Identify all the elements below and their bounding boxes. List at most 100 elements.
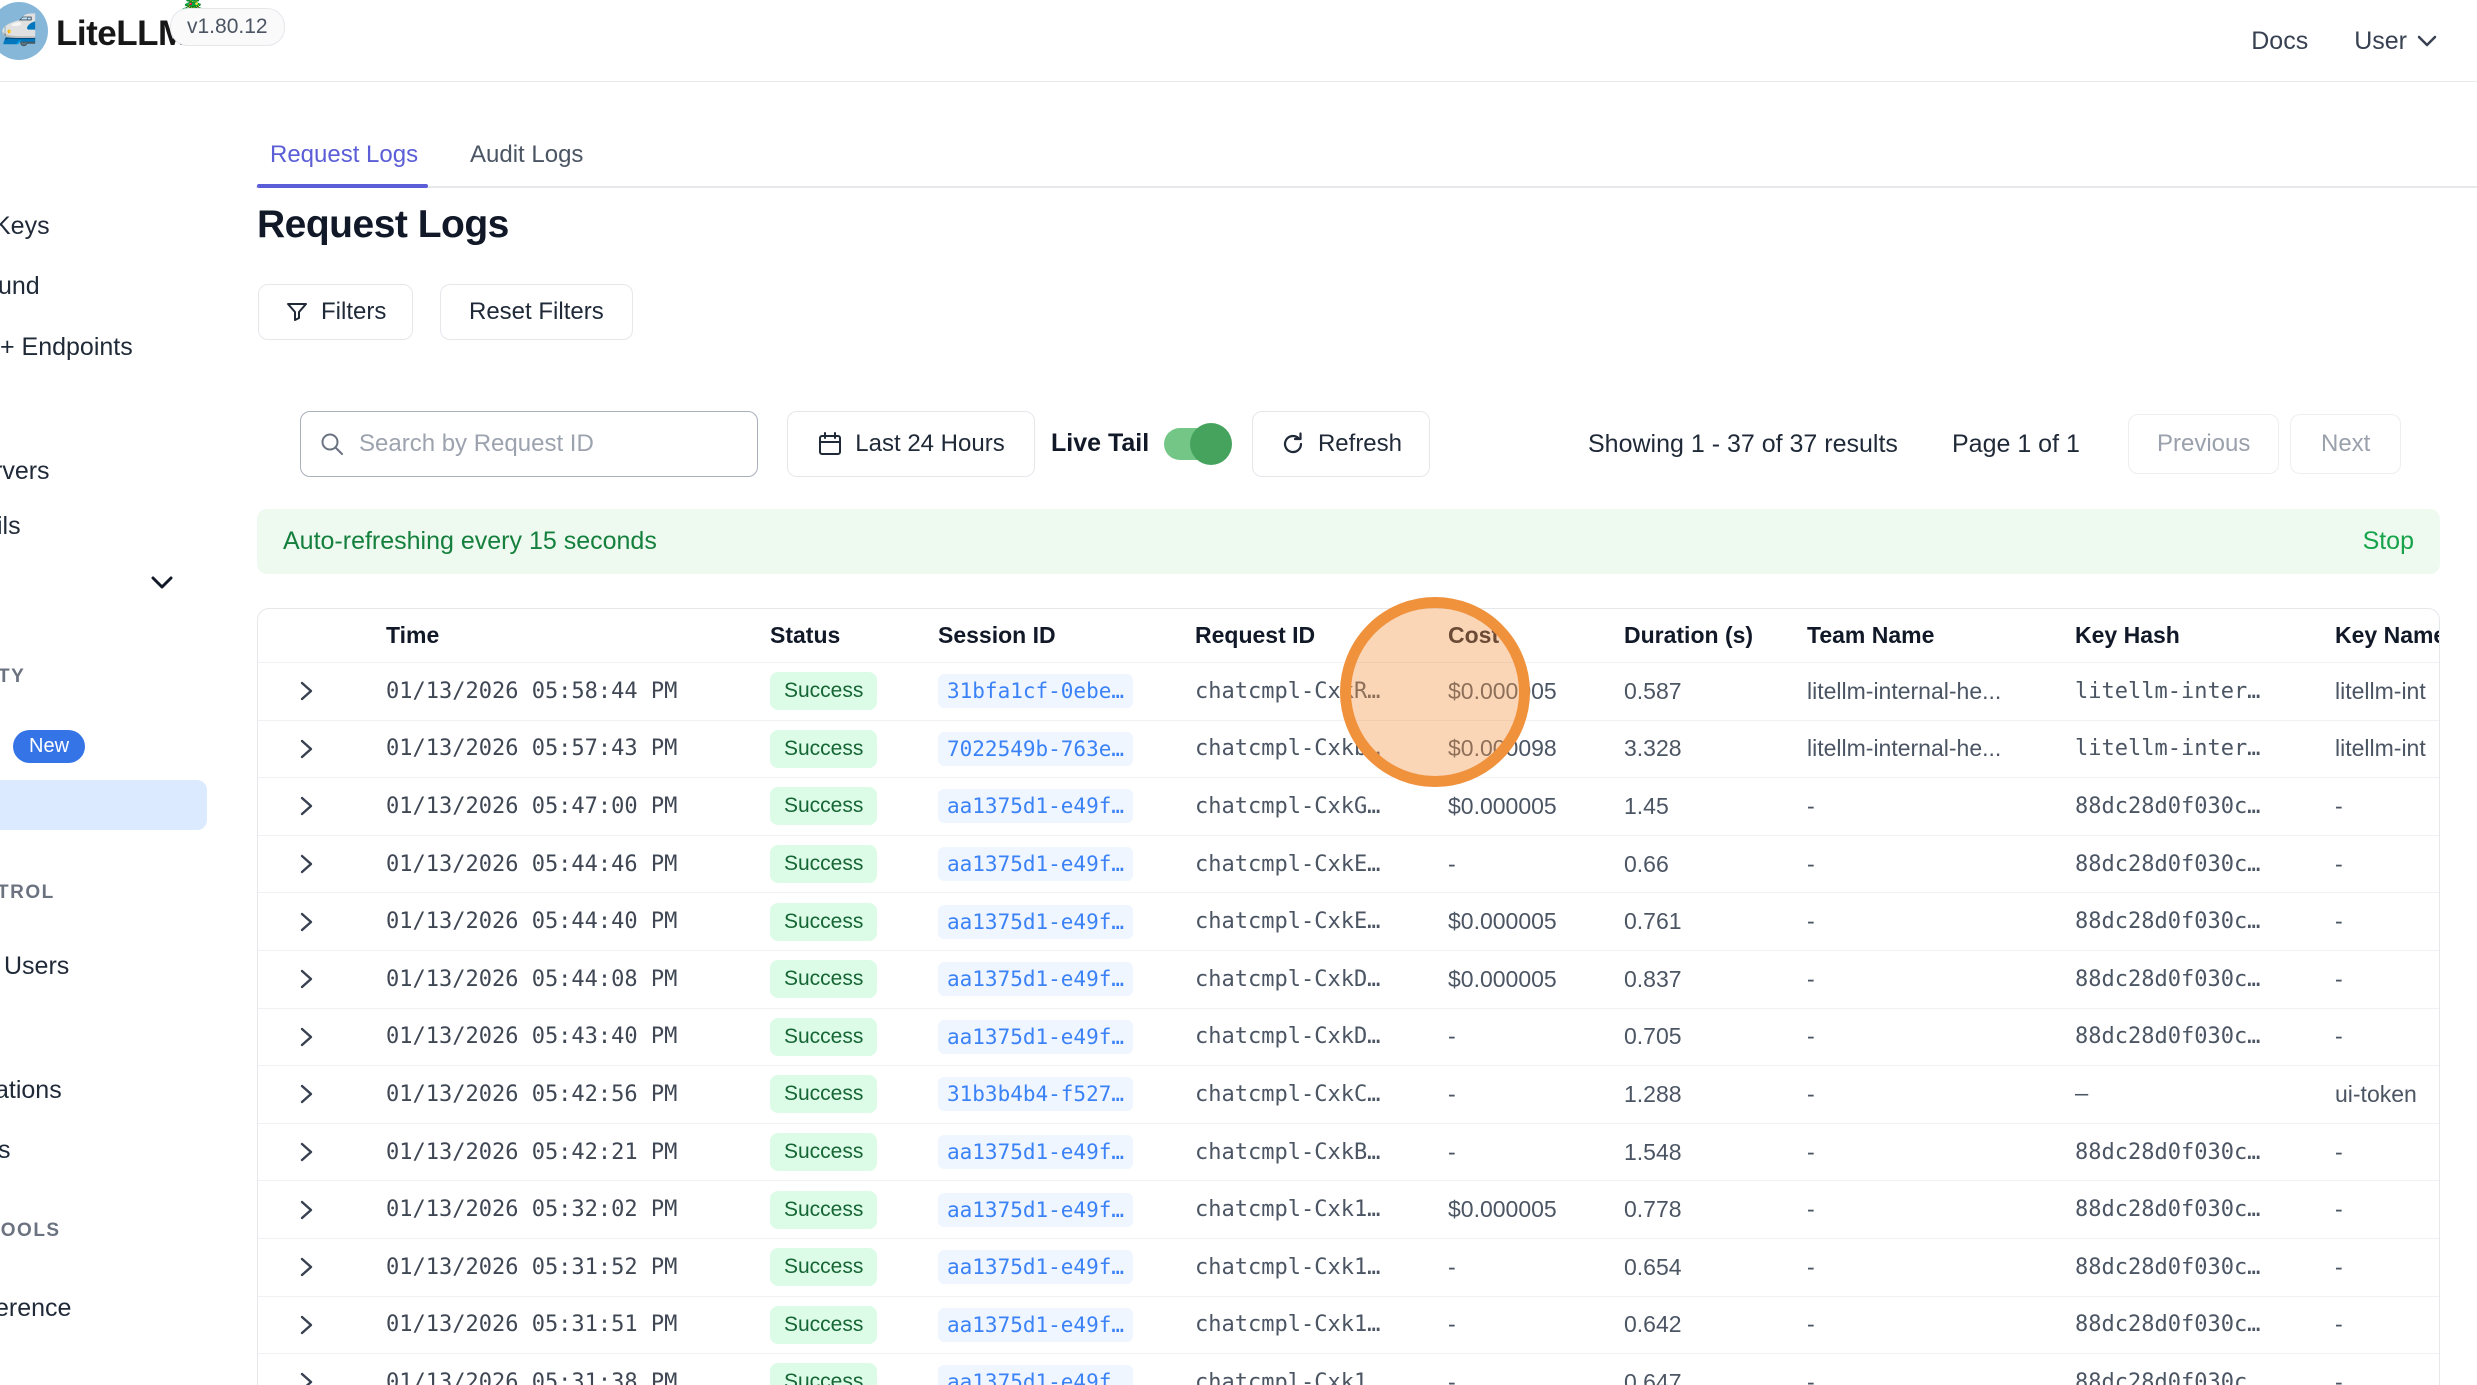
- cell-duration: 1.45: [1608, 793, 1791, 820]
- time-range-label: Last 24 Hours: [855, 430, 1004, 458]
- table-row[interactable]: 01/13/2026 05:32:02 PM Success aa1375d1-…: [258, 1180, 2439, 1238]
- sidebar-item-organizations[interactable]: ations: [0, 1076, 62, 1105]
- expand-chevron-icon[interactable]: [298, 1083, 314, 1105]
- table-row[interactable]: 01/13/2026 05:42:21 PM Success aa1375d1-…: [258, 1123, 2439, 1181]
- cell-session-id: 31bfa1cf-0ebe…: [922, 674, 1179, 708]
- sidebar-item-guardrails[interactable]: ils: [0, 512, 21, 541]
- page-title: Request Logs: [257, 203, 509, 247]
- cell-team-name: -: [1791, 908, 2059, 935]
- table-header-row: Time Status Session ID Request ID Cost D…: [258, 609, 2439, 662]
- auto-refresh-banner: Auto-refreshing every 15 seconds Stop: [257, 509, 2440, 574]
- cell-key-hash: 88dc28d0f030c…: [2059, 1370, 2319, 1385]
- session-id-link[interactable]: aa1375d1-e49f…: [938, 962, 1133, 996]
- session-id-link[interactable]: aa1375d1-e49f…: [938, 789, 1133, 823]
- expand-chevron-icon[interactable]: [298, 1026, 314, 1048]
- expand-chevron-icon[interactable]: [298, 1141, 314, 1163]
- cell-key-hash: 88dc28d0f030c…: [2059, 1024, 2319, 1049]
- expand-chevron-icon[interactable]: [298, 1256, 314, 1278]
- table-row[interactable]: 01/13/2026 05:58:44 PM Success 31bfa1cf-…: [258, 662, 2439, 720]
- cell-time: 01/13/2026 05:42:21 PM: [370, 1140, 754, 1165]
- expand-chevron-icon[interactable]: [298, 738, 314, 760]
- live-tail-toggle[interactable]: [1164, 428, 1228, 460]
- time-range-button[interactable]: Last 24 Hours: [787, 411, 1035, 477]
- expand-chevron-icon[interactable]: [298, 1371, 314, 1385]
- sidebar: Keys und + Endpoints rvers ils TY New TR…: [0, 82, 256, 1385]
- cell-request-id: chatcmpl-CxkB…: [1179, 1140, 1432, 1165]
- sidebar-item-teams[interactable]: s: [0, 1136, 11, 1165]
- tab-audit-logs[interactable]: Audit Logs: [470, 141, 583, 169]
- expand-chevron-icon[interactable]: [298, 1314, 314, 1336]
- table-row[interactable]: 01/13/2026 05:44:40 PM Success aa1375d1-…: [258, 892, 2439, 950]
- session-id-link[interactable]: 31bfa1cf-0ebe…: [938, 674, 1133, 708]
- cell-time: 01/13/2026 05:31:38 PM: [370, 1370, 754, 1385]
- table-row[interactable]: 01/13/2026 05:31:51 PM Success aa1375d1-…: [258, 1296, 2439, 1354]
- stop-auto-refresh-link[interactable]: Stop: [2363, 527, 2414, 556]
- status-badge: Success: [770, 730, 877, 768]
- sidebar-item-endpoints[interactable]: + Endpoints: [0, 333, 133, 362]
- sidebar-item-playground[interactable]: und: [0, 272, 40, 301]
- table-row[interactable]: 01/13/2026 05:31:52 PM Success aa1375d1-…: [258, 1238, 2439, 1296]
- litellm-logo-icon: 🚅: [0, 2, 48, 60]
- expand-chevron-icon[interactable]: [298, 680, 314, 702]
- sidebar-item-logs-active[interactable]: [0, 780, 207, 830]
- cell-key-hash: 88dc28d0f030c…: [2059, 1197, 2319, 1222]
- tab-request-logs[interactable]: Request Logs: [270, 141, 418, 169]
- cell-status: Success: [754, 1363, 922, 1385]
- table-row[interactable]: 01/13/2026 05:43:40 PM Success aa1375d1-…: [258, 1008, 2439, 1066]
- next-page-button[interactable]: Next: [2290, 414, 2401, 474]
- session-id-link[interactable]: 7022549b-763e…: [938, 732, 1133, 766]
- user-menu-label: User: [2354, 27, 2407, 56]
- cell-request-id: chatcmpl-Cxkb…: [1179, 736, 1432, 761]
- status-badge: Success: [770, 1363, 877, 1385]
- cell-key-name: -: [2319, 793, 2439, 820]
- sidebar-item-servers[interactable]: rvers: [0, 457, 50, 486]
- cell-session-id: aa1375d1-e49f…: [922, 1250, 1179, 1284]
- cell-key-hash: –: [2059, 1082, 2319, 1107]
- session-id-link[interactable]: aa1375d1-e49f…: [938, 1020, 1133, 1054]
- expand-chevron-icon[interactable]: [298, 795, 314, 817]
- session-id-link[interactable]: aa1375d1-e49f…: [938, 1135, 1133, 1169]
- cell-session-id: aa1375d1-e49f…: [922, 962, 1179, 996]
- cell-request-id: chatcmpl-Cxk1…: [1179, 1197, 1432, 1222]
- sidebar-item-keys[interactable]: Keys: [0, 212, 50, 241]
- cell-key-hash: 88dc28d0f030c…: [2059, 852, 2319, 877]
- expand-chevron-icon[interactable]: [298, 1199, 314, 1221]
- user-menu[interactable]: User: [2354, 27, 2437, 56]
- search-input[interactable]: [359, 430, 739, 458]
- cell-time: 01/13/2026 05:44:40 PM: [370, 909, 754, 934]
- session-id-link[interactable]: 31b3b4b4-f527…: [938, 1077, 1133, 1111]
- expand-chevron-icon[interactable]: [298, 853, 314, 875]
- session-id-link[interactable]: aa1375d1-e49f…: [938, 1250, 1133, 1284]
- status-badge: Success: [770, 960, 877, 998]
- expand-chevron-icon[interactable]: [298, 968, 314, 990]
- sidebar-collapse-chevron-icon[interactable]: [150, 576, 174, 590]
- table-row[interactable]: 01/13/2026 05:47:00 PM Success aa1375d1-…: [258, 777, 2439, 835]
- reset-filters-button[interactable]: Reset Filters: [440, 284, 633, 340]
- table-row[interactable]: 01/13/2026 05:31:38 PM Success aa1375d1-…: [258, 1353, 2439, 1385]
- session-id-link[interactable]: aa1375d1-e49f…: [938, 1365, 1133, 1385]
- table-row[interactable]: 01/13/2026 05:44:46 PM Success aa1375d1-…: [258, 835, 2439, 893]
- session-id-link[interactable]: aa1375d1-e49f…: [938, 1308, 1133, 1342]
- expand-chevron-icon[interactable]: [298, 911, 314, 933]
- session-id-link[interactable]: aa1375d1-e49f…: [938, 905, 1133, 939]
- session-id-link[interactable]: aa1375d1-e49f…: [938, 1193, 1133, 1227]
- session-id-link[interactable]: aa1375d1-e49f…: [938, 847, 1133, 881]
- sidebar-item-users[interactable]: Users: [4, 952, 69, 981]
- docs-link[interactable]: Docs: [2251, 27, 2308, 56]
- sidebar-item-reference[interactable]: erence: [0, 1294, 71, 1323]
- col-session-id: Session ID: [922, 622, 1179, 649]
- table-row[interactable]: 01/13/2026 05:42:56 PM Success 31b3b4b4-…: [258, 1065, 2439, 1123]
- cell-key-name: ui-token: [2319, 1081, 2439, 1108]
- filters-button[interactable]: Filters: [258, 284, 413, 340]
- cell-key-name: litellm-int: [2319, 735, 2439, 762]
- col-team-name: Team Name: [1791, 622, 2059, 649]
- table-row[interactable]: 01/13/2026 05:57:43 PM Success 7022549b-…: [258, 720, 2439, 778]
- refresh-button[interactable]: Refresh: [1252, 411, 1430, 477]
- cell-status: Success: [754, 845, 922, 883]
- col-status: Status: [754, 622, 922, 649]
- cell-key-hash: 88dc28d0f030c…: [2059, 1255, 2319, 1280]
- table-row[interactable]: 01/13/2026 05:44:08 PM Success aa1375d1-…: [258, 950, 2439, 1008]
- cell-team-name: -: [1791, 1023, 2059, 1050]
- app-root: 🚅 LiteLLM 🎄 v1.80.12 Docs User Keys und …: [0, 0, 2477, 1385]
- previous-page-button[interactable]: Previous: [2128, 414, 2279, 474]
